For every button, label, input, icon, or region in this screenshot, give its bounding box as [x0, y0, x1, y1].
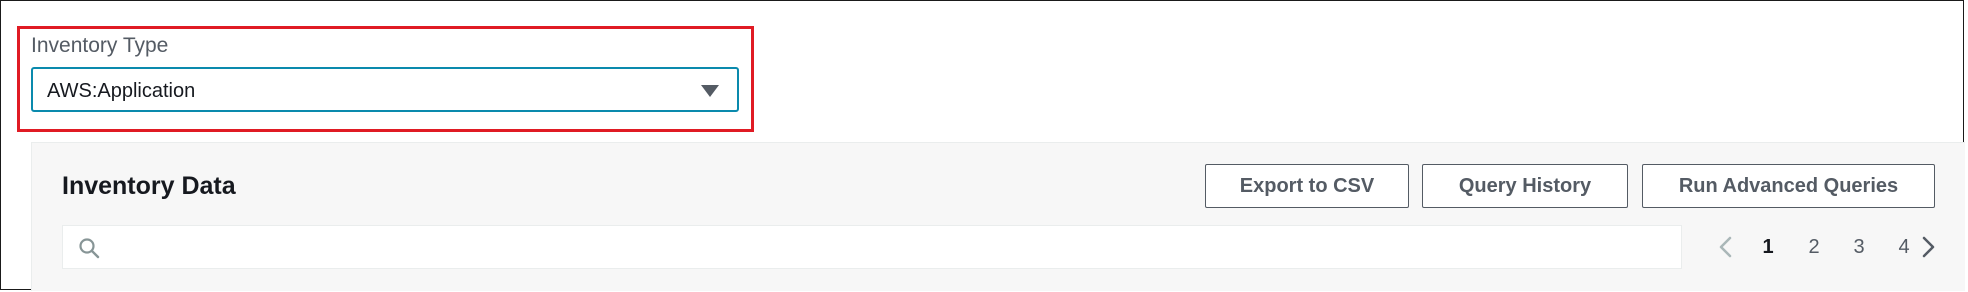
window-frame: Inventory Type AWS:Application Inventory… [0, 0, 1965, 291]
run-advanced-queries-button[interactable]: Run Advanced Queries [1642, 164, 1935, 208]
inventory-type-selected-value: AWS:Application [47, 80, 196, 102]
panel-title: Inventory Data [62, 172, 236, 200]
page-number-2[interactable]: 2 [1802, 234, 1826, 260]
page-number-1[interactable]: 1 [1756, 234, 1780, 260]
chevron-left-icon[interactable] [1716, 235, 1736, 259]
inventory-data-panel: Inventory Data Export to CSV Query Histo… [31, 142, 1965, 291]
caret-down-icon [701, 85, 719, 97]
inventory-type-select[interactable]: AWS:Application [31, 67, 739, 112]
page-number-3[interactable]: 3 [1847, 234, 1871, 260]
chevron-right-icon[interactable] [1918, 235, 1938, 259]
export-to-csv-button[interactable]: Export to CSV [1205, 164, 1409, 208]
search-input[interactable] [62, 225, 1682, 269]
search-icon [79, 238, 100, 259]
page-number-4[interactable]: 4 [1892, 234, 1916, 260]
query-history-button[interactable]: Query History [1422, 164, 1628, 208]
inventory-type-label: Inventory Type [31, 34, 169, 57]
pagination: 1 2 3 4 [1692, 225, 1952, 269]
